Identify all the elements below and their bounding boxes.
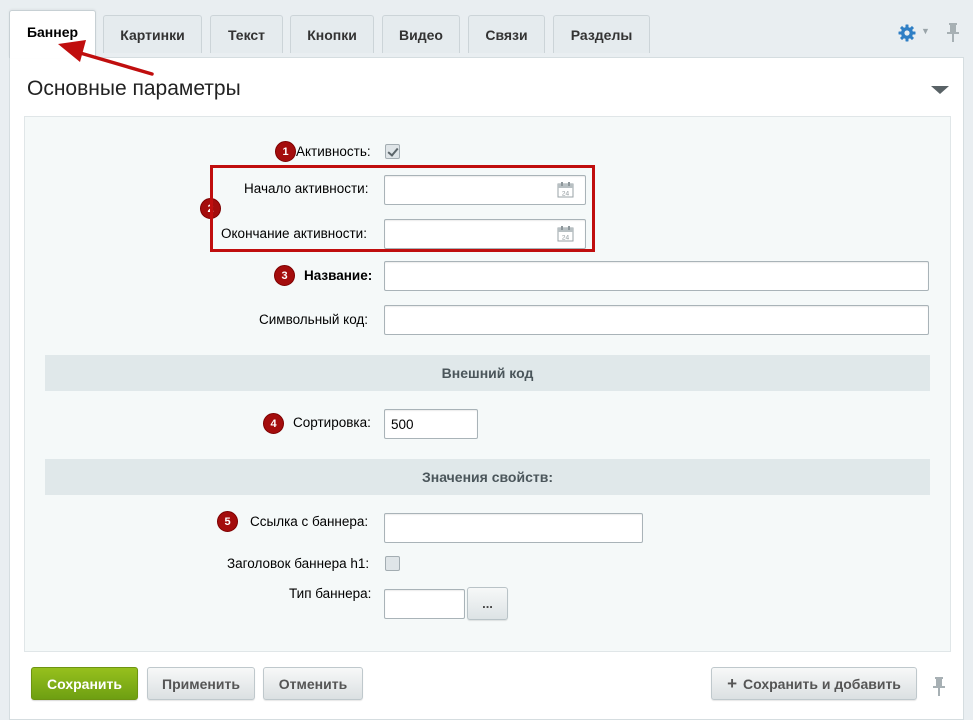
- active-to-label: Окончание активности:: [221, 226, 367, 241]
- tab-banner[interactable]: Баннер: [9, 10, 96, 58]
- svg-text:24: 24: [562, 191, 570, 198]
- group-header-properties: Значения свойств:: [45, 459, 930, 495]
- code-input[interactable]: [384, 305, 929, 335]
- tab-links[interactable]: Связи: [468, 15, 545, 53]
- cancel-button[interactable]: Отменить: [263, 667, 363, 700]
- group-header-external-code: Внешний код: [45, 355, 930, 391]
- calendar-icon[interactable]: 24: [557, 181, 574, 198]
- active-label: Активность:: [296, 144, 371, 159]
- annotation-badge: 4: [263, 413, 284, 434]
- code-label: Символьный код:: [259, 312, 369, 327]
- section-title: Основные параметры: [27, 77, 241, 100]
- banner-type-label: Тип баннера:: [289, 586, 372, 601]
- apply-button[interactable]: Применить: [147, 667, 255, 700]
- collapse-arrow-icon[interactable]: [931, 86, 949, 94]
- main-panel: Основные параметры Внешний код Значения …: [9, 57, 964, 720]
- tab-video[interactable]: Видео: [382, 15, 460, 53]
- save-button[interactable]: Сохранить: [31, 667, 138, 700]
- pin-icon[interactable]: [932, 676, 946, 698]
- active-checkbox[interactable]: [385, 144, 400, 159]
- tab-label: Разделы: [570, 26, 633, 43]
- sort-label: Сортировка:: [293, 415, 371, 430]
- banner-h1-checkbox[interactable]: [385, 556, 400, 571]
- chevron-down-icon[interactable]: ▼: [921, 26, 930, 36]
- annotation-badge: 1: [275, 141, 296, 162]
- tab-images[interactable]: Картинки: [103, 15, 202, 53]
- annotation-badge: 5: [217, 511, 238, 532]
- annotation-badge: 2: [200, 198, 221, 219]
- banner-type-picker-button[interactable]: ...: [467, 587, 508, 620]
- tab-text[interactable]: Текст: [210, 15, 283, 53]
- calendar-icon[interactable]: 24: [557, 225, 574, 242]
- banner-type-input[interactable]: [384, 589, 465, 619]
- tab-bar: Баннер Картинки Текст Кнопки Видео Связи…: [0, 0, 973, 58]
- banner-h1-label: Заголовок баннера h1:: [227, 556, 370, 571]
- tab-label: Видео: [399, 26, 443, 43]
- active-from-input[interactable]: [384, 175, 586, 205]
- tab-label: Картинки: [120, 26, 185, 43]
- pin-icon[interactable]: [946, 22, 960, 44]
- sort-input[interactable]: [384, 409, 478, 439]
- name-input[interactable]: [384, 261, 929, 291]
- tab-buttons[interactable]: Кнопки: [290, 15, 374, 53]
- save-and-add-button[interactable]: + Сохранить и добавить: [711, 667, 917, 700]
- tab-label: Кнопки: [307, 26, 357, 43]
- svg-text:24: 24: [562, 235, 570, 242]
- tab-label: Текст: [227, 26, 266, 43]
- active-from-label: Начало активности:: [244, 181, 369, 196]
- tab-sections[interactable]: Разделы: [553, 15, 650, 53]
- save-and-add-label: Сохранить и добавить: [743, 675, 901, 692]
- tab-label: Связи: [485, 26, 528, 43]
- tab-label: Баннер: [26, 23, 79, 40]
- banner-link-label: Ссылка с баннера:: [250, 514, 369, 529]
- name-label: Название:: [304, 268, 373, 283]
- active-to-input[interactable]: [384, 219, 586, 249]
- annotation-badge: 3: [274, 265, 295, 286]
- plus-icon: +: [727, 673, 738, 693]
- settings-gear-icon[interactable]: [896, 22, 918, 44]
- banner-link-input[interactable]: [384, 513, 643, 543]
